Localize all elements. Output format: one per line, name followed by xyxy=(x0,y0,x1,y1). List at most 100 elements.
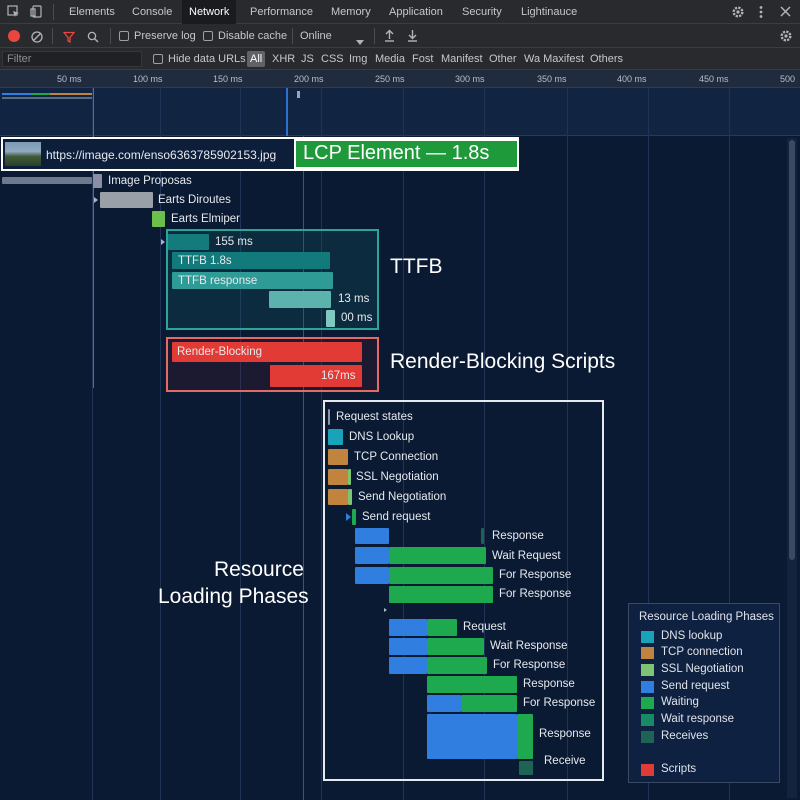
record-icon[interactable] xyxy=(8,30,20,42)
ttfb-title: TTFB xyxy=(390,255,443,278)
phase-label: Response xyxy=(492,530,544,542)
request-bar xyxy=(2,177,92,184)
filter-funnel-icon[interactable] xyxy=(62,30,76,44)
request-bar xyxy=(100,192,153,208)
import-har-icon[interactable] xyxy=(384,29,395,42)
tab-performance[interactable]: Performance xyxy=(250,0,313,24)
overview-bar xyxy=(2,93,32,95)
phase-label: DNS Lookup xyxy=(349,431,415,443)
ruler-tick: 100 ms xyxy=(133,74,163,84)
filter-type-all[interactable]: All xyxy=(247,51,266,67)
filter-type-other[interactable]: Other xyxy=(489,48,517,70)
ruler-tick: 450 ms xyxy=(699,74,729,84)
filter-type-wasm[interactable]: Wa Maxifest xyxy=(524,48,584,70)
filter-type-img[interactable]: Img xyxy=(349,48,367,70)
phase-bar-send xyxy=(389,657,427,674)
filter-type-css[interactable]: CSS xyxy=(321,48,344,70)
image-thumbnail xyxy=(5,142,41,166)
expand-arrow-icon[interactable] xyxy=(94,197,98,203)
hide-data-urls-label: Hide data URLs xyxy=(168,53,246,65)
expand-arrow-icon[interactable] xyxy=(161,239,165,245)
tab-application[interactable]: Application xyxy=(389,0,443,24)
filter-type-others[interactable]: Others xyxy=(590,48,623,70)
close-icon[interactable] xyxy=(779,5,792,18)
phase-bar-ssl xyxy=(348,489,352,505)
phase-bar-receive xyxy=(519,761,533,775)
expand-arrow-icon[interactable] xyxy=(384,608,387,612)
more-options-icon[interactable] xyxy=(758,5,764,19)
phase-bar-tcp xyxy=(328,489,348,505)
legend-label: Send request xyxy=(661,680,730,692)
preserve-log-checkbox[interactable] xyxy=(119,31,129,41)
legend-label: Scripts xyxy=(661,763,697,775)
timeline-overview[interactable] xyxy=(0,88,800,136)
export-har-icon[interactable] xyxy=(407,29,418,42)
tab-console[interactable]: Console xyxy=(132,0,172,24)
filter-type-js[interactable]: JS xyxy=(301,48,314,70)
tab-security[interactable]: Security xyxy=(462,0,502,24)
divider xyxy=(53,4,54,20)
legend-swatch xyxy=(641,731,654,743)
legend-swatch xyxy=(641,681,654,693)
phase-bar-send xyxy=(427,714,517,759)
phase-bar-tcp xyxy=(328,449,348,465)
render-blocking-label: Render-Blocking xyxy=(177,346,263,358)
tab-memory[interactable]: Memory xyxy=(331,0,371,24)
devtools-tab-bar: Elements Console Network Performance Mem… xyxy=(0,0,800,24)
phase-bar-send xyxy=(427,695,461,712)
request-name[interactable]: Earts Elmiper xyxy=(171,213,240,225)
chevron-down-icon[interactable] xyxy=(356,33,364,45)
filter-type-font[interactable]: Fost xyxy=(412,48,433,70)
request-bar xyxy=(152,211,165,227)
settings-gear-icon[interactable] xyxy=(731,5,745,19)
network-settings-gear-icon[interactable] xyxy=(779,29,793,43)
phase-bar-waiting xyxy=(427,657,487,674)
divider xyxy=(292,28,293,44)
filter-input[interactable] xyxy=(2,51,142,67)
legend-swatch xyxy=(641,714,654,726)
legend-swatch xyxy=(641,664,654,676)
clear-icon[interactable] xyxy=(31,30,43,43)
legend-panel: Resource Loading Phases DNS lookup TCP c… xyxy=(628,603,780,783)
ttfb-bar xyxy=(326,310,335,327)
tab-lighthouse[interactable]: Lightinauce xyxy=(521,0,577,24)
ruler-tick: 200 ms xyxy=(294,74,324,84)
filter-type-xhr[interactable]: XHR xyxy=(272,48,295,70)
filter-type-manifest[interactable]: Manifest xyxy=(441,48,483,70)
tab-elements[interactable]: Elements xyxy=(69,0,115,24)
legend-swatch xyxy=(641,697,654,709)
ttfb-duration: 155 ms xyxy=(215,236,253,248)
throttling-select[interactable]: Online xyxy=(300,24,332,48)
phase-label: Request xyxy=(463,621,506,633)
legend-label: Receives xyxy=(661,730,709,742)
request-name[interactable]: Earts Diroutes xyxy=(158,194,231,206)
ttfb-label: TTFB 1.8s xyxy=(178,255,232,267)
inspect-icon[interactable] xyxy=(7,5,20,18)
ttfb-duration: 13 ms xyxy=(338,293,370,305)
lcp-request-row[interactable]: https://image.com/enso6363785902153.jpg … xyxy=(1,137,519,171)
phase-label: Send request xyxy=(362,511,431,523)
phase-label: Send Negotiation xyxy=(358,491,447,503)
phase-bar-send xyxy=(355,567,389,584)
disable-cache-label: Disable cache xyxy=(218,30,288,42)
request-name[interactable]: Image Proposas xyxy=(108,175,192,187)
filter-type-media[interactable]: Media xyxy=(375,48,405,70)
expand-arrow-icon[interactable] xyxy=(346,513,351,521)
phase-bar-send xyxy=(355,528,389,544)
divider xyxy=(110,28,111,44)
legend-label: Waiting xyxy=(661,696,699,708)
tab-network[interactable]: Network xyxy=(182,0,237,24)
disable-cache-checkbox[interactable] xyxy=(203,31,213,41)
grid-line xyxy=(240,88,241,800)
device-toolbar-icon[interactable] xyxy=(30,5,43,18)
hide-data-urls-checkbox[interactable] xyxy=(153,54,163,64)
ruler-tick: 150 ms xyxy=(213,74,243,84)
render-blocking-title: Render-Blocking Scripts xyxy=(390,350,616,373)
preserve-log-label: Preserve log xyxy=(134,30,196,42)
scrollbar-thumb[interactable] xyxy=(789,140,795,560)
phase-bar-tcp xyxy=(328,469,348,485)
search-icon[interactable] xyxy=(87,30,99,43)
phase-label: For Response xyxy=(523,697,596,709)
grid-line xyxy=(321,88,322,800)
phase-label: For Response xyxy=(493,659,566,671)
